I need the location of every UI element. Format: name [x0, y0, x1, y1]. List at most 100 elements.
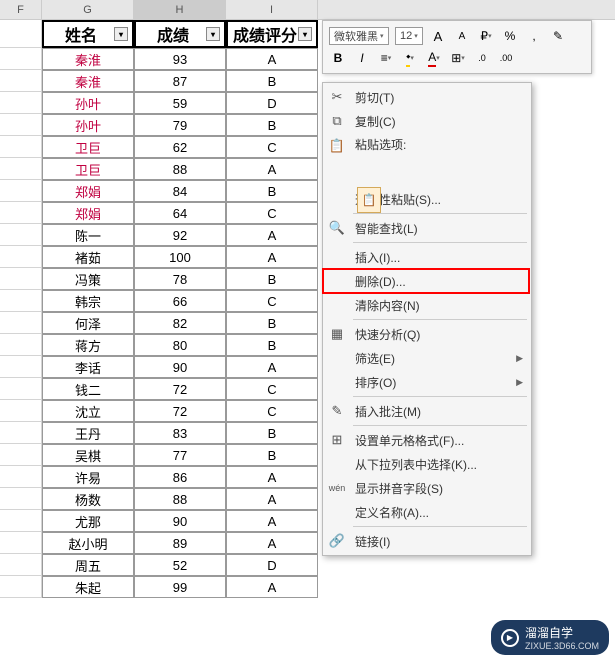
row-gutter[interactable] — [0, 400, 42, 422]
cell-grade[interactable]: B — [226, 268, 318, 290]
bold-button[interactable]: B — [329, 49, 347, 67]
cell-grade[interactable]: C — [226, 400, 318, 422]
row-gutter[interactable] — [0, 510, 42, 532]
cell-grade[interactable]: B — [226, 444, 318, 466]
increase-font-button[interactable]: A — [429, 27, 447, 45]
cell-score[interactable]: 90 — [134, 510, 226, 532]
row-gutter[interactable] — [0, 92, 42, 114]
header-name[interactable]: 姓名 ▾ — [42, 20, 134, 48]
row-gutter[interactable] — [0, 488, 42, 510]
cell-name[interactable]: 吴棋 — [42, 444, 134, 466]
col-header-g[interactable]: G — [42, 0, 134, 19]
cell-name[interactable]: 褚茹 — [42, 246, 134, 268]
menu-insert[interactable]: 插入(I)... — [323, 245, 531, 269]
filter-icon[interactable]: ▾ — [298, 27, 312, 41]
row-gutter[interactable] — [0, 70, 42, 92]
cell-grade[interactable]: B — [226, 114, 318, 136]
menu-paste-special[interactable]: 选择性粘贴(S)... — [323, 187, 531, 211]
cell-grade[interactable]: A — [226, 356, 318, 378]
row-gutter[interactable] — [0, 378, 42, 400]
cell-score[interactable]: 92 — [134, 224, 226, 246]
menu-delete[interactable]: 删除(D)... — [323, 269, 531, 293]
row-gutter[interactable] — [0, 290, 42, 312]
filter-icon[interactable]: ▾ — [114, 27, 128, 41]
menu-clear[interactable]: 清除内容(N) — [323, 293, 531, 317]
cell-grade[interactable]: C — [226, 378, 318, 400]
cell-score[interactable]: 86 — [134, 466, 226, 488]
menu-define-name[interactable]: 定义名称(A)... — [323, 500, 531, 524]
col-header-i[interactable]: I — [226, 0, 318, 19]
header-score[interactable]: 成绩 ▾ — [134, 20, 226, 48]
cell-name[interactable]: 孙叶 — [42, 114, 134, 136]
cell-score[interactable]: 88 — [134, 488, 226, 510]
cell-score[interactable]: 99 — [134, 576, 226, 598]
cell-score[interactable]: 66 — [134, 290, 226, 312]
row-gutter[interactable] — [0, 158, 42, 180]
col-header-f[interactable]: F — [0, 0, 42, 19]
cell-grade[interactable]: A — [226, 532, 318, 554]
row-gutter[interactable] — [0, 224, 42, 246]
cell-grade[interactable]: C — [226, 202, 318, 224]
cell-grade[interactable]: A — [226, 158, 318, 180]
cell-name[interactable]: 韩宗 — [42, 290, 134, 312]
cell-name[interactable]: 冯策 — [42, 268, 134, 290]
paste-option-default[interactable]: 📋 — [357, 187, 381, 213]
row-gutter[interactable] — [0, 356, 42, 378]
row-gutter[interactable] — [0, 48, 42, 70]
fill-color-button[interactable]: ⬩▾ — [401, 49, 419, 67]
cell-score[interactable]: 84 — [134, 180, 226, 202]
cell-name[interactable]: 沈立 — [42, 400, 134, 422]
cell-score[interactable]: 83 — [134, 422, 226, 444]
row-gutter[interactable] — [0, 202, 42, 224]
cell-name[interactable]: 陈一 — [42, 224, 134, 246]
italic-button[interactable]: I — [353, 49, 371, 67]
font-size-select[interactable]: 12▾ — [395, 27, 423, 45]
menu-copy[interactable]: ⧉ 复制(C) — [323, 109, 531, 133]
cell-score[interactable]: 78 — [134, 268, 226, 290]
cell-score[interactable]: 93 — [134, 48, 226, 70]
cell-name[interactable]: 郑娟 — [42, 180, 134, 202]
cell-name[interactable]: 李话 — [42, 356, 134, 378]
row-gutter[interactable] — [0, 554, 42, 576]
cell-name[interactable]: 尤那 — [42, 510, 134, 532]
cell-name[interactable]: 王丹 — [42, 422, 134, 444]
cell-name[interactable]: 郑娟 — [42, 202, 134, 224]
cell-name[interactable]: 赵小明 — [42, 532, 134, 554]
percent-button[interactable]: % — [501, 27, 519, 45]
cell-score[interactable]: 89 — [134, 532, 226, 554]
cell-score[interactable]: 79 — [134, 114, 226, 136]
cell-grade[interactable]: C — [226, 290, 318, 312]
cell-score[interactable]: 77 — [134, 444, 226, 466]
cell-grade[interactable]: A — [226, 224, 318, 246]
menu-insert-comment[interactable]: ✎ 插入批注(M) — [323, 399, 531, 423]
increase-decimal-button[interactable]: .00 — [497, 49, 515, 67]
cell-name[interactable]: 周五 — [42, 554, 134, 576]
cell-grade[interactable]: D — [226, 92, 318, 114]
cell-name[interactable]: 朱起 — [42, 576, 134, 598]
comma-button[interactable]: , — [525, 27, 543, 45]
font-name-select[interactable]: 微软雅黑▾ — [329, 27, 389, 45]
row-gutter[interactable] — [0, 532, 42, 554]
empty-cell[interactable] — [0, 20, 42, 48]
cell-grade[interactable]: B — [226, 334, 318, 356]
row-gutter[interactable] — [0, 312, 42, 334]
cell-name[interactable]: 何泽 — [42, 312, 134, 334]
menu-show-pinyin[interactable]: wén 显示拼音字段(S) — [323, 476, 531, 500]
decrease-decimal-button[interactable]: .0 — [473, 49, 491, 67]
row-gutter[interactable] — [0, 136, 42, 158]
cell-grade[interactable]: A — [226, 510, 318, 532]
row-gutter[interactable] — [0, 422, 42, 444]
cell-score[interactable]: 72 — [134, 400, 226, 422]
cell-score[interactable]: 72 — [134, 378, 226, 400]
currency-button[interactable]: ₽▾ — [477, 27, 495, 45]
cell-name[interactable]: 卫巨 — [42, 158, 134, 180]
align-button[interactable]: ≡▾ — [377, 49, 395, 67]
menu-format-cells[interactable]: ⊞ 设置单元格格式(F)... — [323, 428, 531, 452]
menu-dropdown-list[interactable]: 从下拉列表中选择(K)... — [323, 452, 531, 476]
cell-score[interactable]: 64 — [134, 202, 226, 224]
cell-grade[interactable]: A — [226, 48, 318, 70]
cell-grade[interactable]: A — [226, 466, 318, 488]
cell-score[interactable]: 82 — [134, 312, 226, 334]
header-grade[interactable]: 成绩评分 ▾ — [226, 20, 318, 48]
cell-name[interactable]: 杨数 — [42, 488, 134, 510]
